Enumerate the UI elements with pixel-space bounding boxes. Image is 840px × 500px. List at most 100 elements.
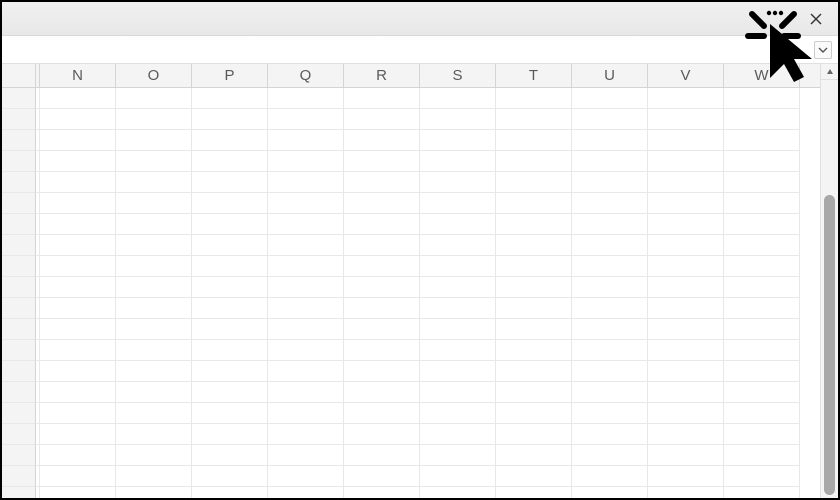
column-header[interactable]: P bbox=[192, 64, 268, 87]
cell[interactable] bbox=[420, 130, 496, 151]
cell[interactable] bbox=[344, 193, 420, 214]
cell[interactable] bbox=[344, 487, 420, 498]
cell[interactable] bbox=[116, 298, 192, 319]
cell[interactable] bbox=[268, 382, 344, 403]
cell[interactable] bbox=[648, 109, 724, 130]
cell[interactable] bbox=[40, 277, 116, 298]
cell[interactable] bbox=[496, 130, 572, 151]
cell[interactable] bbox=[724, 340, 800, 361]
column-header[interactable]: N bbox=[40, 64, 116, 87]
row-header[interactable] bbox=[2, 340, 36, 361]
cell[interactable] bbox=[420, 445, 496, 466]
row-header[interactable] bbox=[2, 487, 36, 498]
cell[interactable] bbox=[116, 88, 192, 109]
cell[interactable] bbox=[40, 109, 116, 130]
cell[interactable] bbox=[572, 88, 648, 109]
cell[interactable] bbox=[572, 298, 648, 319]
cell[interactable] bbox=[192, 172, 268, 193]
cell[interactable] bbox=[724, 277, 800, 298]
cell[interactable] bbox=[496, 193, 572, 214]
cell[interactable] bbox=[268, 109, 344, 130]
cell[interactable] bbox=[192, 214, 268, 235]
cell[interactable] bbox=[192, 361, 268, 382]
cell[interactable] bbox=[116, 403, 192, 424]
cell[interactable] bbox=[648, 319, 724, 340]
cell[interactable] bbox=[40, 235, 116, 256]
cell[interactable] bbox=[496, 445, 572, 466]
cell[interactable] bbox=[116, 382, 192, 403]
cell[interactable] bbox=[116, 256, 192, 277]
cell[interactable] bbox=[648, 88, 724, 109]
cell[interactable] bbox=[344, 382, 420, 403]
cell[interactable] bbox=[420, 172, 496, 193]
select-all-corner[interactable] bbox=[2, 64, 36, 87]
cell[interactable] bbox=[116, 487, 192, 498]
formula-bar-expand-button[interactable] bbox=[814, 41, 832, 59]
cell[interactable] bbox=[116, 193, 192, 214]
cell[interactable] bbox=[572, 424, 648, 445]
cell[interactable] bbox=[344, 214, 420, 235]
cell[interactable] bbox=[648, 361, 724, 382]
cell[interactable] bbox=[192, 319, 268, 340]
cell[interactable] bbox=[648, 424, 724, 445]
cell[interactable] bbox=[496, 256, 572, 277]
cell[interactable] bbox=[648, 487, 724, 498]
column-header[interactable]: U bbox=[572, 64, 648, 87]
row-header[interactable] bbox=[2, 466, 36, 487]
cell[interactable] bbox=[40, 319, 116, 340]
cell[interactable] bbox=[268, 361, 344, 382]
row-header[interactable] bbox=[2, 88, 36, 109]
cell[interactable] bbox=[724, 256, 800, 277]
cell[interactable] bbox=[268, 193, 344, 214]
cell[interactable] bbox=[572, 277, 648, 298]
cell[interactable] bbox=[420, 88, 496, 109]
cell[interactable] bbox=[648, 172, 724, 193]
cell[interactable] bbox=[724, 88, 800, 109]
row-header[interactable] bbox=[2, 235, 36, 256]
window-close-button[interactable] bbox=[798, 5, 834, 33]
cell[interactable] bbox=[40, 361, 116, 382]
cell[interactable] bbox=[344, 277, 420, 298]
cell[interactable] bbox=[116, 424, 192, 445]
cell[interactable] bbox=[572, 109, 648, 130]
cell[interactable] bbox=[496, 487, 572, 498]
row-header[interactable] bbox=[2, 445, 36, 466]
cell[interactable] bbox=[572, 340, 648, 361]
column-header[interactable]: Q bbox=[268, 64, 344, 87]
cell[interactable] bbox=[496, 382, 572, 403]
cell[interactable] bbox=[420, 151, 496, 172]
column-header[interactable]: V bbox=[648, 64, 724, 87]
cell[interactable] bbox=[192, 424, 268, 445]
cell[interactable] bbox=[116, 277, 192, 298]
cell[interactable] bbox=[344, 172, 420, 193]
cell[interactable] bbox=[344, 298, 420, 319]
cell[interactable] bbox=[268, 151, 344, 172]
cell[interactable] bbox=[344, 466, 420, 487]
cell[interactable] bbox=[648, 445, 724, 466]
row-header[interactable] bbox=[2, 403, 36, 424]
cell[interactable] bbox=[116, 319, 192, 340]
cell[interactable] bbox=[724, 151, 800, 172]
cell[interactable] bbox=[192, 277, 268, 298]
cell[interactable] bbox=[496, 88, 572, 109]
scroll-track[interactable] bbox=[821, 80, 838, 498]
cell[interactable] bbox=[724, 445, 800, 466]
cell[interactable] bbox=[192, 298, 268, 319]
row-header[interactable] bbox=[2, 424, 36, 445]
cell[interactable] bbox=[724, 130, 800, 151]
cell[interactable] bbox=[344, 340, 420, 361]
cell[interactable] bbox=[572, 403, 648, 424]
cell[interactable] bbox=[344, 361, 420, 382]
cell[interactable] bbox=[268, 466, 344, 487]
column-header[interactable]: O bbox=[116, 64, 192, 87]
cell[interactable] bbox=[420, 298, 496, 319]
cell[interactable] bbox=[192, 256, 268, 277]
cell[interactable] bbox=[192, 109, 268, 130]
cell[interactable] bbox=[572, 361, 648, 382]
cell[interactable] bbox=[496, 319, 572, 340]
cell[interactable] bbox=[496, 361, 572, 382]
cell[interactable] bbox=[268, 319, 344, 340]
cell[interactable] bbox=[648, 235, 724, 256]
cell[interactable] bbox=[572, 151, 648, 172]
cell[interactable] bbox=[116, 445, 192, 466]
